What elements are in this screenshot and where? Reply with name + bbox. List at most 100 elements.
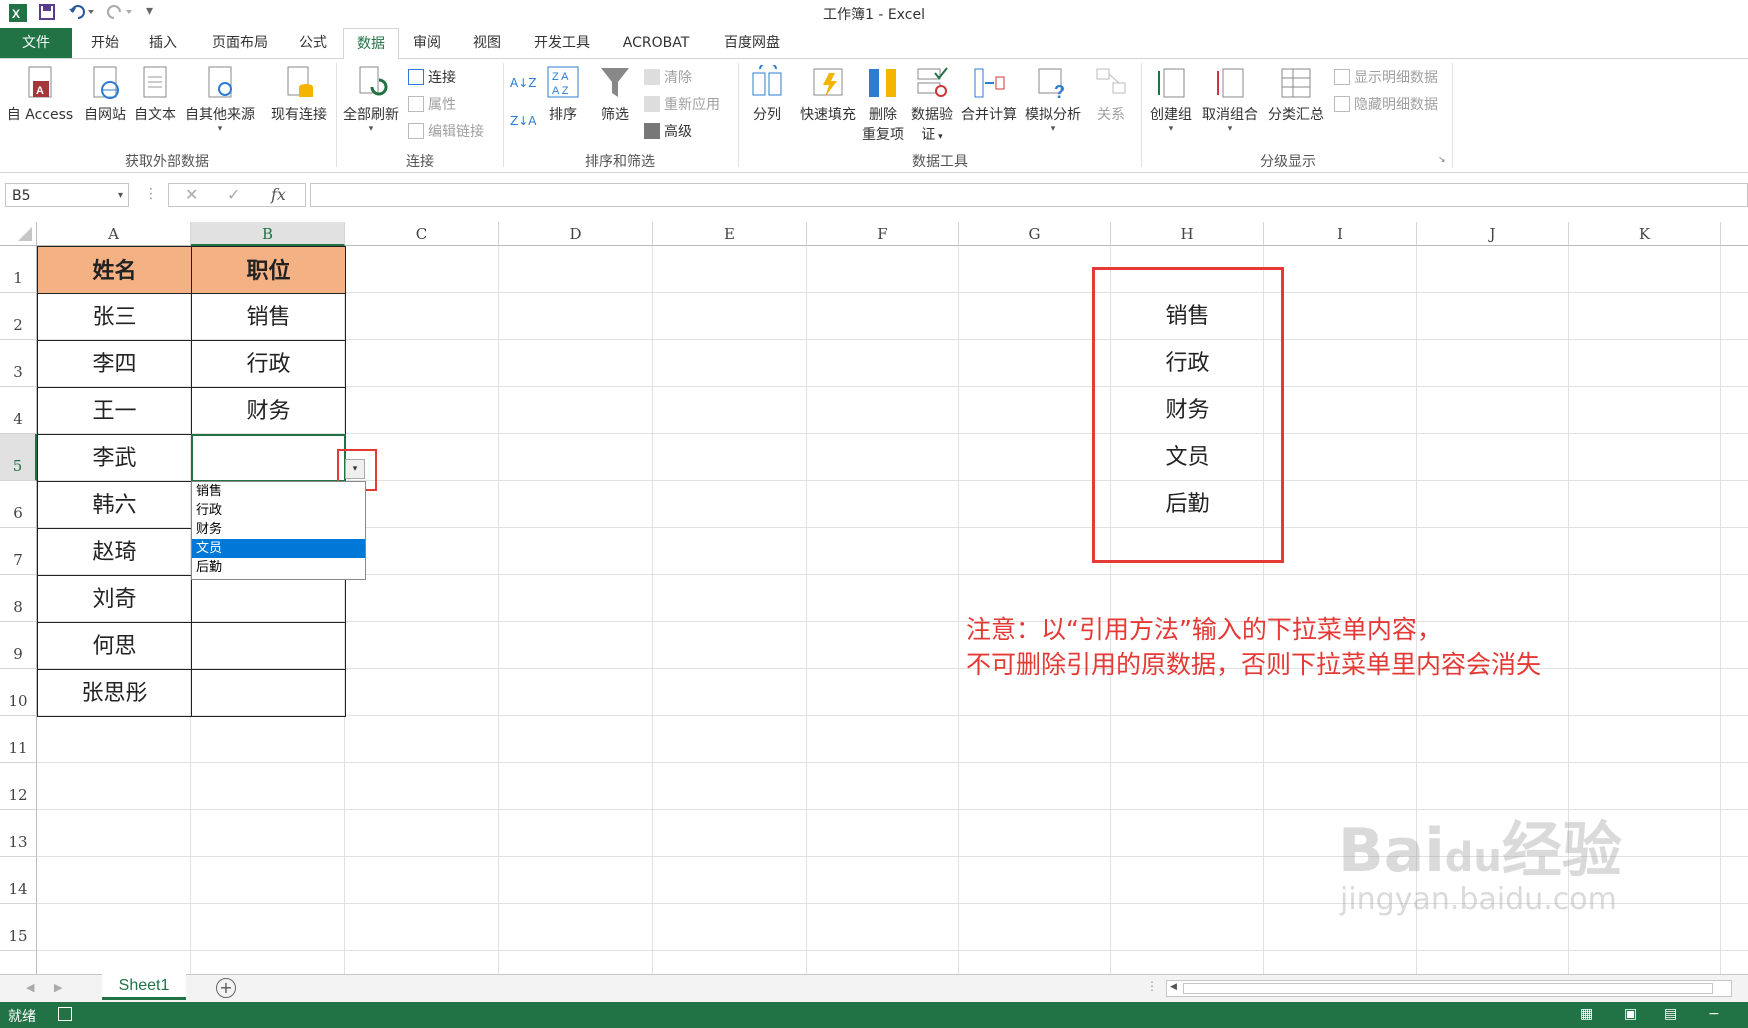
worksheet-grid[interactable]: A B C D E F G H I J K 1 2 3 4 5 6 7 8 9 …: [0, 222, 1748, 974]
cell-a7[interactable]: 赵琦: [37, 528, 192, 576]
dropdown-option-selected[interactable]: 文员: [192, 539, 365, 558]
tab-review[interactable]: 审阅: [404, 28, 450, 58]
tab-view[interactable]: 视图: [464, 28, 510, 58]
cell-b8[interactable]: [191, 575, 346, 623]
tab-developer[interactable]: 开发工具: [522, 28, 602, 58]
tab-home[interactable]: 开始: [80, 28, 130, 58]
cell-b9[interactable]: [191, 622, 346, 670]
from-web-button[interactable]: 自网站: [80, 65, 130, 124]
reapply-button[interactable]: 重新应用: [644, 94, 720, 114]
zoom-out-icon[interactable]: −: [1708, 1006, 1720, 1022]
row-header-2[interactable]: 2: [0, 293, 37, 340]
column-header-h[interactable]: H: [1111, 222, 1264, 246]
page-break-view-icon[interactable]: ▤: [1664, 1006, 1677, 1022]
text-to-columns-button[interactable]: 分列: [744, 65, 790, 124]
dropdown-option[interactable]: 销售: [192, 482, 365, 501]
cell-b4[interactable]: 财务: [191, 387, 346, 435]
normal-view-icon[interactable]: ▦: [1580, 1006, 1593, 1022]
cell-a3[interactable]: 李四: [37, 340, 192, 388]
tab-file[interactable]: 文件: [0, 28, 72, 58]
cell-b1-header-position[interactable]: 职位: [191, 246, 346, 294]
row-header-3[interactable]: 3: [0, 340, 37, 387]
dropdown-option[interactable]: 行政: [192, 501, 365, 520]
enter-icon[interactable]: ✓: [227, 185, 240, 204]
existing-connections-button[interactable]: 现有连接: [266, 65, 332, 124]
column-header-j[interactable]: J: [1417, 222, 1569, 246]
scroll-left-icon[interactable]: ◀: [26, 981, 34, 994]
row-header-10[interactable]: 10: [0, 669, 37, 716]
validation-dropdown-list[interactable]: 销售 行政 财务 文员 后勤: [191, 481, 366, 580]
show-detail-button[interactable]: 显示明细数据: [1334, 67, 1438, 87]
column-header-a[interactable]: A: [37, 222, 191, 246]
data-validation-button[interactable]: 数据验 证 ▾: [908, 65, 956, 144]
cell-a5[interactable]: 李武: [37, 434, 192, 482]
relationships-button[interactable]: 关系: [1088, 65, 1134, 124]
row-header-11[interactable]: 11: [0, 716, 37, 763]
row-header-13[interactable]: 13: [0, 810, 37, 857]
column-header-b[interactable]: B: [191, 222, 345, 246]
cell-a10[interactable]: 张思彤: [37, 669, 192, 717]
consolidate-button[interactable]: 合并计算: [958, 65, 1020, 124]
cell-a9[interactable]: 何思: [37, 622, 192, 670]
subtotal-button[interactable]: 分类汇总: [1264, 65, 1328, 124]
group-button[interactable]: 创建组 ▾: [1146, 65, 1196, 134]
sort-desc-button[interactable]: Z↓A: [510, 113, 536, 129]
clear-button[interactable]: 清除: [644, 67, 692, 87]
cell-b3[interactable]: 行政: [191, 340, 346, 388]
filter-button[interactable]: 筛选: [592, 65, 638, 124]
column-header-c[interactable]: C: [345, 222, 499, 246]
name-box[interactable]: B5 ▾: [5, 183, 129, 207]
row-header-1[interactable]: 1: [0, 246, 37, 293]
row-header-14[interactable]: 14: [0, 857, 37, 904]
select-all-corner[interactable]: [0, 222, 37, 246]
row-header-4[interactable]: 4: [0, 387, 37, 434]
scroll-left-icon[interactable]: ◀: [1170, 982, 1177, 992]
tab-formulas[interactable]: 公式: [290, 28, 336, 58]
scroll-right-icon[interactable]: ▶: [54, 981, 62, 994]
page-layout-view-icon[interactable]: ▣: [1624, 1006, 1637, 1022]
cell-b10[interactable]: [191, 669, 346, 717]
from-other-sources-button[interactable]: 自其他来源 ▾: [182, 65, 258, 134]
tab-acrobat[interactable]: ACROBAT: [614, 28, 698, 58]
ungroup-button[interactable]: 取消组合 ▾: [1198, 65, 1262, 134]
remove-duplicates-button[interactable]: 删除 重复项: [860, 65, 906, 144]
cancel-icon[interactable]: ✕: [185, 185, 198, 204]
column-header-i[interactable]: I: [1264, 222, 1417, 246]
add-sheet-icon[interactable]: +: [216, 978, 236, 998]
what-if-analysis-button[interactable]: ? 模拟分析 ▾: [1022, 65, 1084, 134]
column-header-k[interactable]: K: [1569, 222, 1721, 246]
row-header-9[interactable]: 9: [0, 622, 37, 669]
tab-insert[interactable]: 插入: [140, 28, 186, 58]
connections-button[interactable]: 连接: [408, 67, 456, 87]
cell-a8[interactable]: 刘奇: [37, 575, 192, 623]
column-header-f[interactable]: F: [807, 222, 959, 246]
row-header-15[interactable]: 15: [0, 904, 37, 951]
macro-record-icon[interactable]: [58, 1007, 72, 1021]
sort-button[interactable]: Z A A Z 排序: [540, 65, 586, 124]
from-access-button[interactable]: A 自 Access: [4, 65, 76, 124]
scrollbar-thumb[interactable]: [1183, 983, 1713, 994]
tab-page-layout[interactable]: 页面布局: [200, 28, 280, 58]
dropdown-option[interactable]: 后勤: [192, 558, 365, 577]
sheet-tab-sheet1[interactable]: Sheet1: [102, 974, 186, 1000]
properties-button[interactable]: 属性: [408, 94, 456, 114]
cell-a1-header-name[interactable]: 姓名: [37, 246, 192, 294]
column-header-e[interactable]: E: [653, 222, 807, 246]
flash-fill-button[interactable]: 快速填充: [794, 65, 862, 124]
refresh-all-button[interactable]: 全部刷新 ▾: [340, 65, 402, 134]
dropdown-option[interactable]: 财务: [192, 520, 365, 539]
column-header-d[interactable]: D: [499, 222, 653, 246]
formula-input[interactable]: [310, 183, 1748, 207]
advanced-filter-button[interactable]: 高级: [644, 121, 692, 141]
hide-detail-button[interactable]: 隐藏明细数据: [1334, 94, 1438, 114]
cell-a2[interactable]: 张三: [37, 293, 192, 341]
dialog-launcher-icon[interactable]: ↘: [1438, 155, 1446, 165]
row-header-7[interactable]: 7: [0, 528, 37, 575]
row-header-5[interactable]: 5: [0, 434, 37, 481]
cell-b5-selected[interactable]: [191, 434, 346, 482]
horizontal-scrollbar[interactable]: ◀: [1166, 980, 1732, 997]
from-text-button[interactable]: 自文本: [130, 65, 180, 124]
tab-data[interactable]: 数据: [343, 28, 399, 60]
sort-asc-button[interactable]: A↓Z: [510, 75, 536, 91]
edit-links-button[interactable]: 编辑链接: [408, 121, 484, 141]
